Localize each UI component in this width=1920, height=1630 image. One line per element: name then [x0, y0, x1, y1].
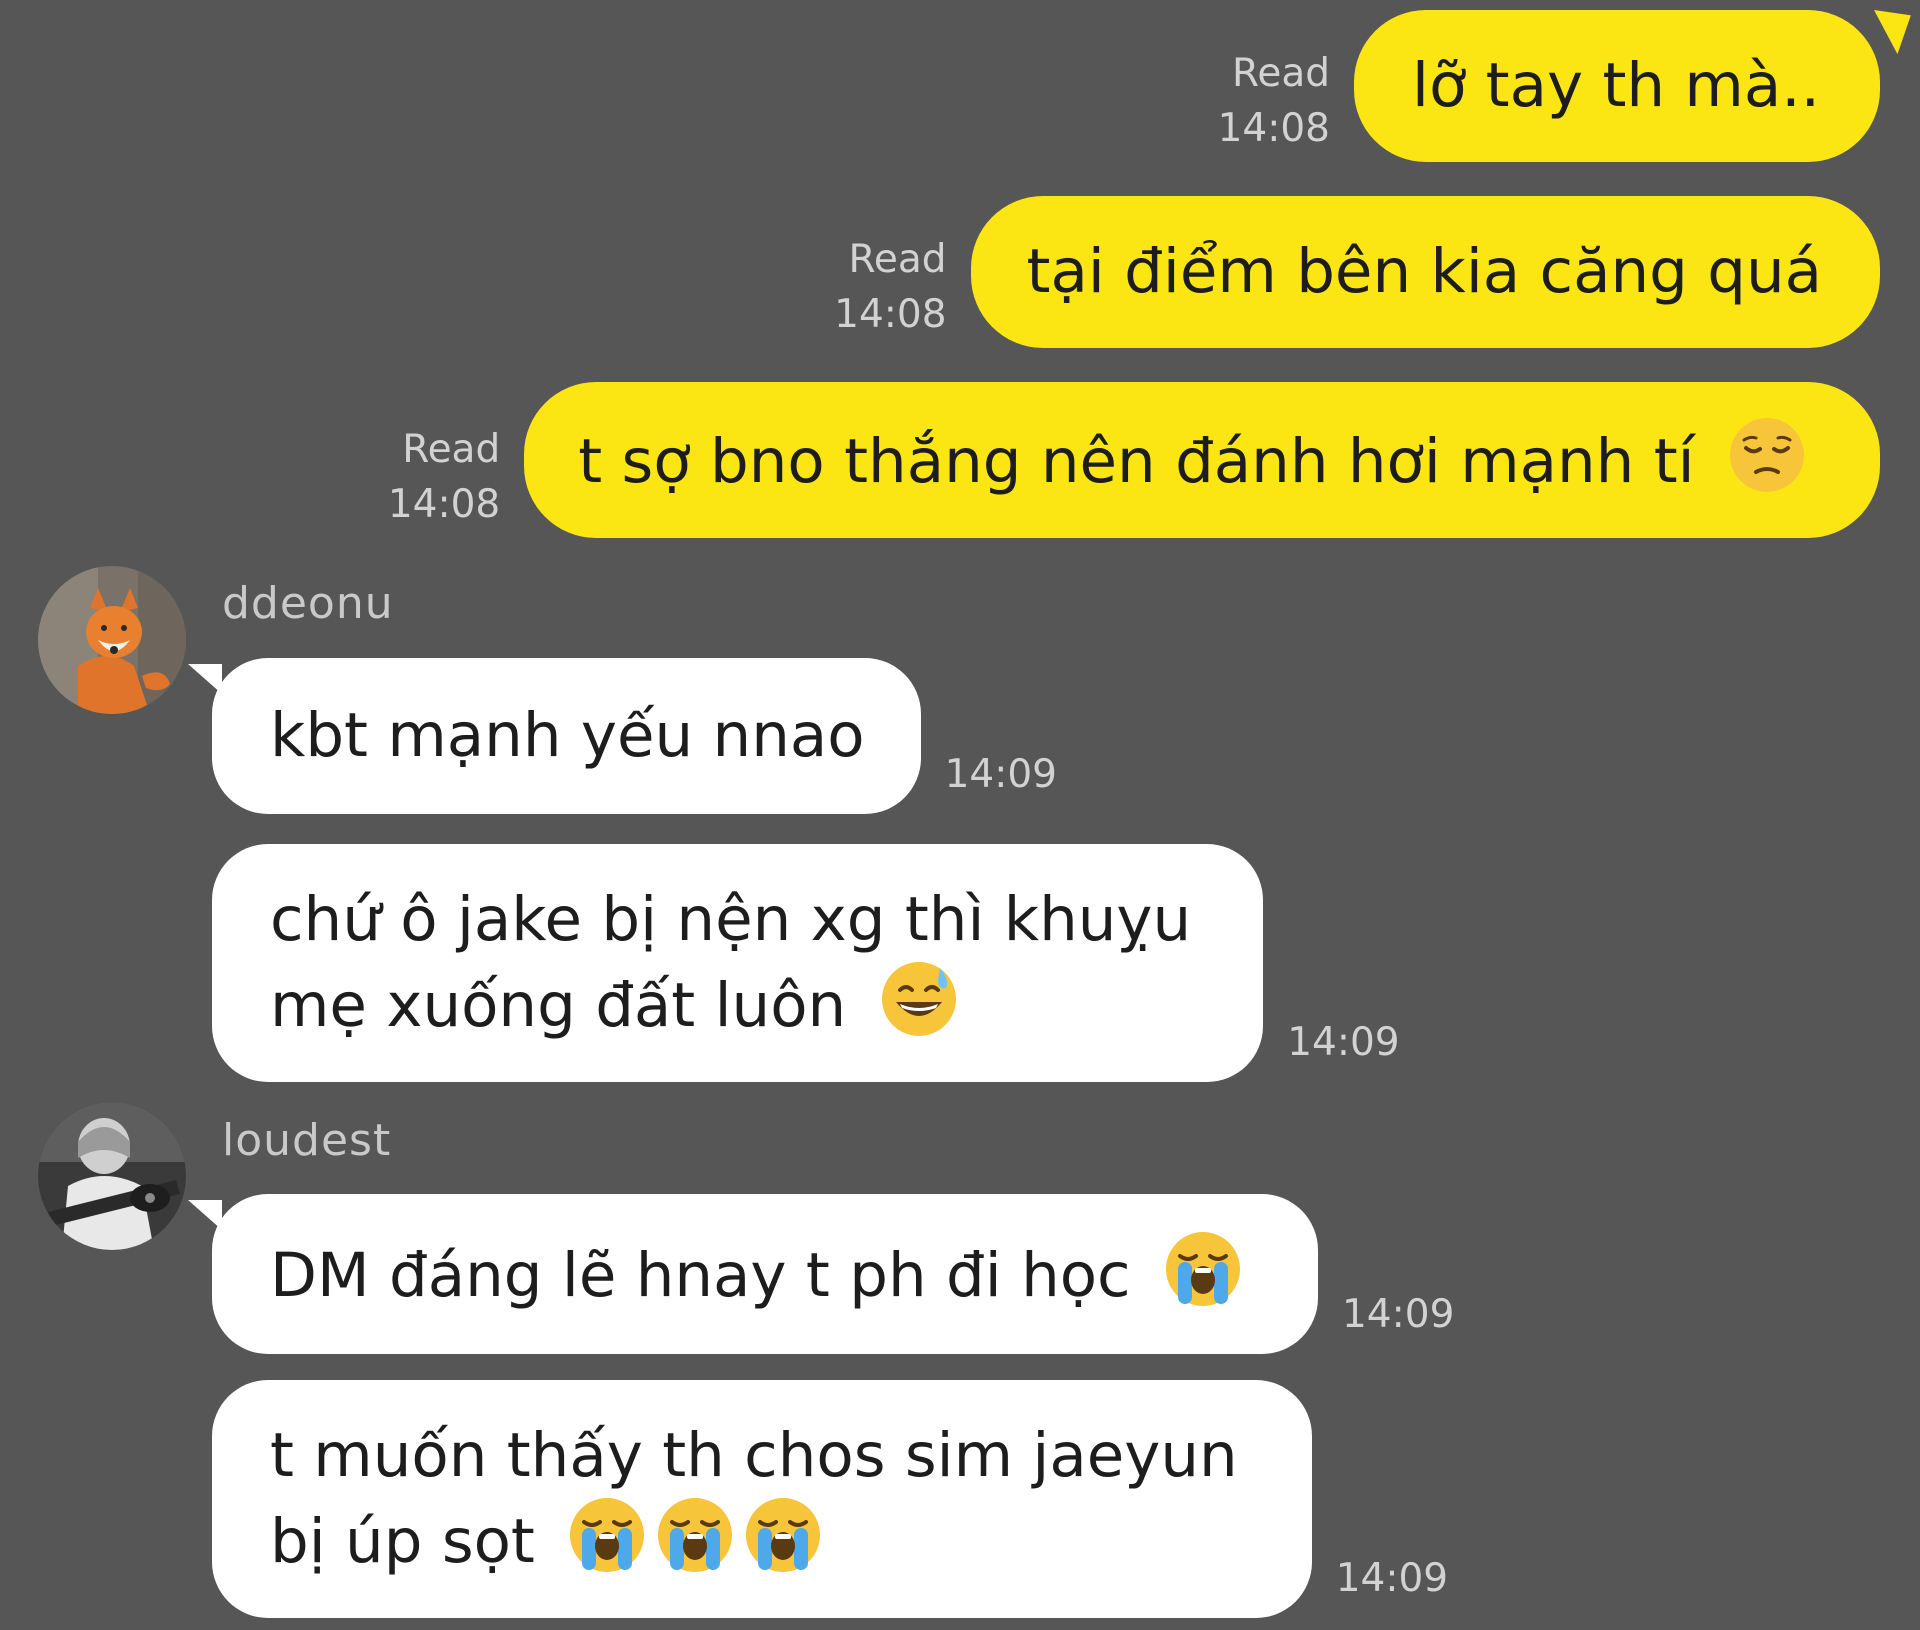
timestamp: 14:08 [834, 292, 947, 337]
incoming-message-row: DM đáng lẽ hnay t ph đi học 14:09 [188, 1194, 1455, 1354]
message-text: t sợ bno thắng nên đánh hơi mạnh tí [578, 426, 1695, 497]
incoming-bubble[interactable]: kbt mạnh yếu nnao [188, 658, 921, 814]
message-text: tại điểm bên kia căng quá [1026, 236, 1822, 307]
message-text: t muốn thấy th chos sim jaeyun [270, 1420, 1238, 1491]
message-meta: Read 14:08 [1218, 46, 1330, 162]
incoming-message-row: t muốn thấy th chos sim jaeyun bị úp sọt [212, 1380, 1448, 1618]
message-text: kbt mạnh yếu nnao [270, 700, 865, 771]
outgoing-message-row: Read 14:08 tại điểm bên kia căng quá [834, 196, 1880, 348]
loudly-crying-face-icon [656, 1496, 734, 1574]
timestamp: 14:08 [387, 482, 501, 527]
loudly-crying-face-icon [744, 1496, 822, 1574]
read-receipt: Read [402, 427, 501, 472]
timestamp: 14:09 [944, 752, 1057, 797]
outgoing-message-row: Read 14:08 lỡ tay th mà.. [1218, 10, 1880, 162]
message-text: mẹ xuống đất luôn [270, 970, 847, 1041]
loudly-crying-face-icon [568, 1496, 646, 1574]
timestamp: 14:08 [1217, 106, 1330, 151]
timestamp: 14:09 [1287, 1020, 1400, 1065]
incoming-message-row: kbt mạnh yếu nnao 14:09 [188, 658, 1057, 814]
pensive-face-icon [1728, 416, 1806, 494]
read-receipt: Read [1232, 51, 1330, 96]
outgoing-bubble[interactable]: lỡ tay th mà.. [1354, 10, 1880, 162]
outgoing-bubble[interactable]: t sợ bno thắng nên đánh hơi mạnh tí [524, 382, 1880, 538]
timestamp: 14:09 [1341, 1292, 1455, 1337]
chat-view: Read 14:08 lỡ tay th mà.. Read 14:08 tại… [0, 0, 1920, 1630]
message-text: DM đáng lẽ hnay t ph đi học [270, 1240, 1131, 1311]
incoming-bubble[interactable]: t muốn thấy th chos sim jaeyun bị úp sọt [212, 1380, 1312, 1618]
incoming-bubble[interactable]: chứ ô jake bị nện xg thì khuỵu mẹ xuống … [212, 844, 1264, 1082]
ddeonu-avatar[interactable] [38, 566, 186, 714]
read-receipt: Read [848, 237, 947, 282]
message-text: lỡ tay th mà.. [1412, 50, 1820, 121]
loudly-crying-face-icon [1164, 1230, 1242, 1308]
sender-name: ddeonu [222, 578, 394, 629]
outgoing-bubble[interactable]: tại điểm bên kia căng quá [970, 196, 1880, 348]
incoming-bubble[interactable]: DM đáng lẽ hnay t ph đi học [188, 1194, 1318, 1354]
message-meta: Read 14:08 [834, 232, 946, 348]
message-text: bị úp sọt [270, 1506, 535, 1577]
timestamp: 14:09 [1335, 1556, 1449, 1601]
outgoing-message-row: Read 14:08 t sợ bno thắng nên đánh hơi m… [388, 382, 1880, 538]
sender-name: loudest [222, 1115, 392, 1166]
message-text: chứ ô jake bị nện xg thì khuỵu [270, 884, 1192, 955]
loudest-avatar[interactable] [38, 1102, 186, 1250]
message-meta: Read 14:08 [388, 422, 500, 538]
incoming-message-row: chứ ô jake bị nện xg thì khuỵu mẹ xuống … [212, 844, 1400, 1082]
grinning-sweat-face-icon [880, 960, 958, 1038]
